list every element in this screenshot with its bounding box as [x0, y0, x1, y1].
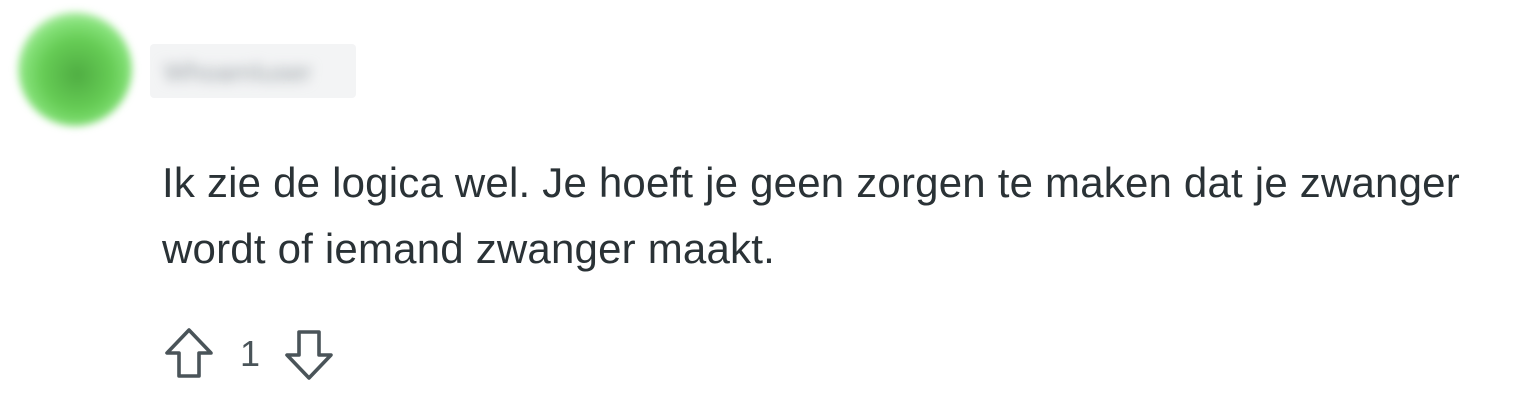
downvote-button[interactable] — [280, 325, 338, 383]
comment-body: Ik zie de logica wel. Je hoeft je geen z… — [162, 159, 1460, 272]
comment: WhoamIuser Ik zie de logica wel. Je hoef… — [0, 0, 1526, 420]
arrow-down-outline-icon — [285, 330, 333, 380]
vote-score: 1 — [240, 333, 261, 374]
vote-bar: 1 — [160, 324, 338, 384]
username-blurred[interactable]: WhoamIuser — [150, 44, 356, 98]
arrow-up-outline-icon — [165, 328, 213, 378]
username: WhoamIuser — [164, 57, 312, 87]
upvote-button[interactable] — [160, 325, 218, 383]
avatar[interactable] — [18, 12, 132, 126]
